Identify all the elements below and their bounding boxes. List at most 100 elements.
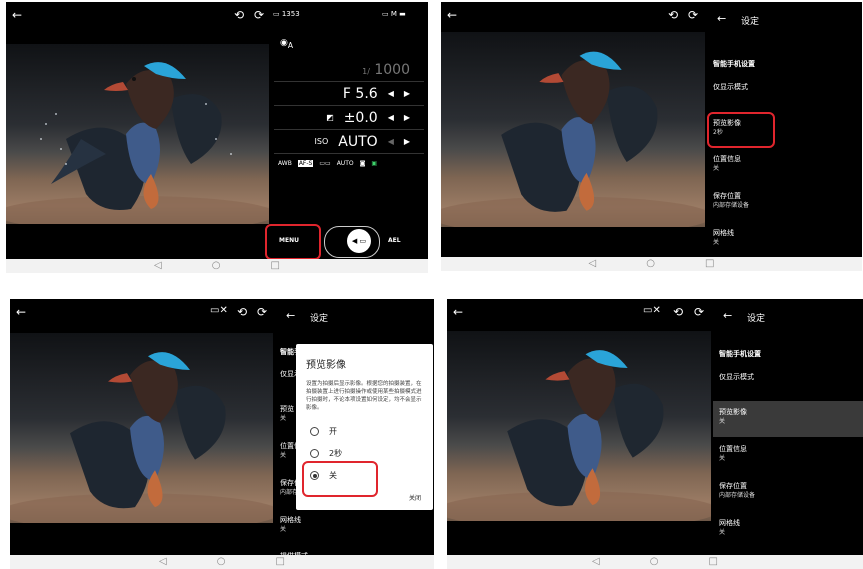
nav-back-icon[interactable]: ◁ xyxy=(159,557,167,567)
increase-arrow-icon[interactable]: ▶ xyxy=(404,89,410,98)
nav-home-icon[interactable]: ○ xyxy=(212,261,221,271)
nav-recent-icon[interactable]: □ xyxy=(705,259,714,269)
decrease-arrow-icon[interactable]: ◀ xyxy=(388,137,394,146)
menu-location-value: 关 xyxy=(719,455,726,462)
highlight-off-option xyxy=(302,461,378,497)
menu-location-value: 关 xyxy=(713,165,720,172)
menu-preview-partial[interactable]: 预览关 xyxy=(280,404,294,424)
option-2s[interactable]: 2秒 xyxy=(310,448,342,459)
menu-display-only[interactable]: 仅显示模式 xyxy=(719,372,754,382)
aperture-row[interactable]: F 5.6 ◀ ▶ xyxy=(274,82,424,106)
focus-mode-button[interactable]: AF-S xyxy=(297,160,314,167)
ael-button[interactable]: AEL xyxy=(388,237,401,244)
back-arrow-icon[interactable]: ← xyxy=(16,305,26,319)
menu-grid-value: 关 xyxy=(719,529,726,536)
settings-back-icon[interactable]: ← xyxy=(717,12,726,25)
menu-display-only[interactable]: 仅显示模式 xyxy=(713,82,748,92)
increase-arrow-icon[interactable]: ▶ xyxy=(404,113,410,122)
preview-off-icon: ▭✕ xyxy=(210,305,228,316)
nav-recent-icon[interactable]: □ xyxy=(708,557,717,567)
menu-grid[interactable]: 网格线关 xyxy=(719,518,740,538)
mode-label: A xyxy=(287,40,293,50)
menu-preview-image[interactable]: 预览影像 2秒 xyxy=(713,118,741,138)
white-balance-button[interactable]: AWB xyxy=(278,160,292,167)
option-on-label: 开 xyxy=(329,427,337,436)
radio-on[interactable] xyxy=(310,427,319,436)
duck-illustration xyxy=(441,51,705,227)
dialog-description: 设置为拍摄后显示影像。根据您的拍摄装置，在拍摄装置上进行拍摄操作或使用某些拍摄模… xyxy=(306,381,422,411)
rotate-alt-icon[interactable]: ⟳ xyxy=(694,305,704,319)
duck-illustration xyxy=(6,62,269,224)
status-icons: ▭ M ▬ xyxy=(382,10,406,18)
settings-back-icon[interactable]: ← xyxy=(286,309,295,322)
menu-location-label: 位置信息 xyxy=(719,445,747,453)
dialog-title: 预览影像 xyxy=(306,360,346,371)
picture-effect-icon[interactable]: ▣ xyxy=(371,160,377,167)
menu-grid-value: 关 xyxy=(280,526,287,533)
menu-location[interactable]: 位置信息关 xyxy=(719,444,747,464)
menu-preview-value: 关 xyxy=(280,415,287,422)
menu-grid[interactable]: 网格线关 xyxy=(713,228,734,248)
menu-button[interactable]: MENU xyxy=(279,237,299,244)
menu-save-location[interactable]: 保存位置 内部存储设备 xyxy=(713,191,749,211)
nav-recent-icon[interactable]: □ xyxy=(270,261,279,271)
nav-back-icon[interactable]: ◁ xyxy=(589,259,597,269)
metering-icon[interactable]: ◙ xyxy=(360,160,366,167)
menu-save-value: 内部存储设备 xyxy=(713,202,750,209)
radio-2s[interactable] xyxy=(310,449,319,458)
shutter-prefix: 1/ xyxy=(362,66,370,76)
exposure-value: ±0.0 xyxy=(343,109,378,126)
nav-back-icon[interactable]: ◁ xyxy=(592,557,600,567)
shooting-mode[interactable]: ◉A xyxy=(280,38,293,50)
exposure-comp-icon: ◩ xyxy=(326,113,334,122)
menu-preview-image[interactable]: 预览影像关 xyxy=(719,407,747,427)
nav-back-icon[interactable]: ◁ xyxy=(154,261,162,271)
android-nav-bar: ◁ ○ □ xyxy=(10,555,434,569)
nav-recent-icon[interactable]: □ xyxy=(275,557,284,567)
menu-display-only-label: 仅显示模式 xyxy=(719,373,754,381)
function-toolbar: AWB AF-S ▭▭ AUTO ◙ ▣ xyxy=(278,160,420,167)
nav-home-icon[interactable]: ○ xyxy=(650,557,659,567)
increase-arrow-icon[interactable]: ▶ xyxy=(404,137,410,146)
menu-display-only-label: 仅显示模式 xyxy=(713,83,748,91)
panel-settings-2s: ← ⟲ ⟳ ← 设定 智能手机设置 仅显示模式 预览影像 2秒 位置信息关 保存位… xyxy=(441,2,862,271)
exposure-row[interactable]: ◩ ±0.0 ◀ ▶ xyxy=(274,106,424,130)
menu-location[interactable]: 位置信息关 xyxy=(713,154,741,174)
menu-grid-value: 关 xyxy=(713,239,720,246)
settings-back-icon[interactable]: ← xyxy=(723,309,732,322)
back-arrow-icon[interactable]: ← xyxy=(12,8,22,22)
panel-camera-main: ← ⟲ ⟳ ▭ 1353 ▭ M ▬ ◉A 1/ 1000 F 5.6 ◀ ▶ … xyxy=(6,2,428,273)
drive-mode-icon[interactable]: ▭▭ xyxy=(319,160,330,167)
rotate-icon[interactable]: ⟲ xyxy=(237,305,247,319)
nav-home-icon[interactable]: ○ xyxy=(646,259,655,269)
shutter-release-knob[interactable]: ◀ ▭ xyxy=(347,229,371,253)
decrease-arrow-icon[interactable]: ◀ xyxy=(388,89,394,98)
decrease-arrow-icon[interactable]: ◀ xyxy=(388,113,394,122)
android-nav-bar: ◁ ○ □ xyxy=(447,555,863,569)
rotate-icon[interactable]: ⟲ xyxy=(673,305,683,319)
rotate-alt-icon[interactable]: ⟳ xyxy=(688,8,698,22)
duck-illustration xyxy=(447,350,711,521)
iso-row[interactable]: ISO AUTO ◀ ▶ xyxy=(274,130,424,154)
panel-settings-off: ← ▭✕ ⟲ ⟳ ← 设定 智能手机设置 仅显示模式 预览影像关 位置信息关 保… xyxy=(447,299,863,569)
option-on[interactable]: 开 xyxy=(310,426,337,437)
nav-home-icon[interactable]: ○ xyxy=(217,557,226,567)
menu-grid[interactable]: 网格线关 xyxy=(280,515,301,535)
shutter-row[interactable]: 1/ 1000 xyxy=(274,58,424,82)
menu-save-location[interactable]: 保存位置 内部存储设备 xyxy=(719,481,755,501)
aperture-value: F 5.6 xyxy=(342,85,378,102)
settings-title: 设定 xyxy=(741,17,760,27)
rotate-icon[interactable]: ⟲ xyxy=(668,8,678,22)
back-arrow-icon[interactable]: ← xyxy=(453,305,463,319)
menu-save-label: 保存位置 xyxy=(719,482,747,490)
iso-value: AUTO xyxy=(338,133,378,150)
rotate-icon[interactable]: ⟲ xyxy=(234,8,244,22)
duck-illustration xyxy=(10,352,273,523)
rotate-alt-icon[interactable]: ⟳ xyxy=(254,8,264,22)
dro-auto-button[interactable]: AUTO xyxy=(337,160,354,167)
rotate-alt-icon[interactable]: ⟳ xyxy=(257,305,267,319)
android-nav-bar: ◁ ○ □ xyxy=(6,259,428,273)
back-arrow-icon[interactable]: ← xyxy=(447,8,457,22)
shutter-value: 1000 xyxy=(374,61,410,78)
dialog-close-button[interactable]: 关闭 xyxy=(409,493,421,502)
